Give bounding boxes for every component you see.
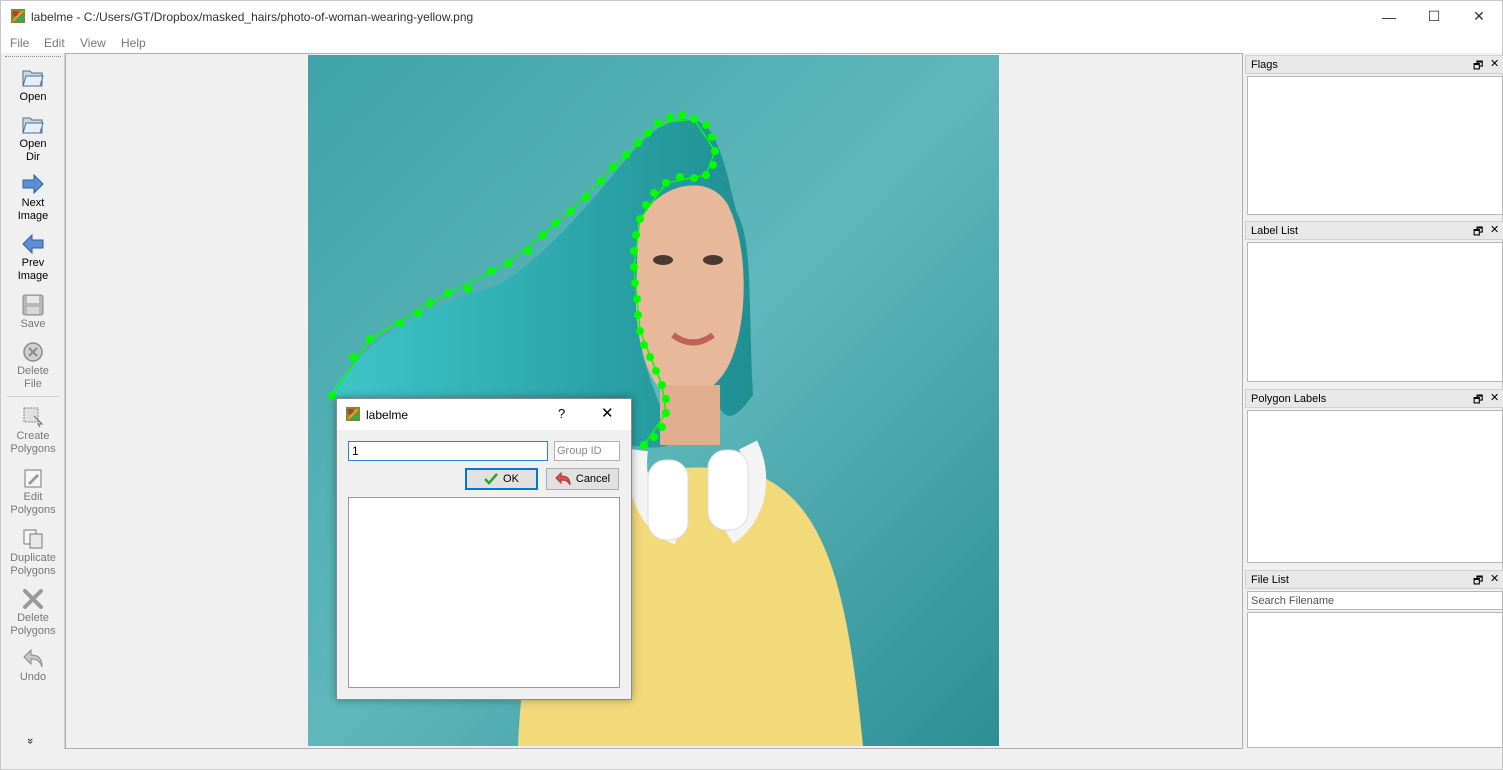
maximize-button[interactable]: ☐: [1411, 1, 1457, 32]
label-dialog: labelme ? ✕ OK Cancel: [336, 398, 632, 700]
labelme-app-icon: [346, 407, 360, 421]
next-image-button[interactable]: Next Image: [3, 171, 63, 223]
menu-help[interactable]: Help: [121, 36, 146, 50]
edit-polygons-button[interactable]: Edit Polygons: [3, 465, 63, 517]
labelme-window: labelme - C:/Users/GT/Dropbox/masked_hai…: [0, 0, 1503, 770]
flags-dock-titlebar: Flags 🗗 ✕: [1245, 55, 1503, 74]
checkmark-icon: [484, 473, 498, 485]
close-icon[interactable]: ✕: [1490, 57, 1499, 70]
label-list-dock: Label List 🗗 ✕: [1245, 221, 1503, 382]
left-toolbar: Open Open Dir Next Image Prev Image Save: [1, 53, 65, 749]
create-polygons-label: Create Polygons: [10, 430, 56, 455]
label-list-dock-titlebar: Label List 🗗 ✕: [1245, 221, 1503, 240]
title-bar: labelme - C:/Users/GT/Dropbox/masked_hai…: [1, 1, 1502, 32]
delete-file-button[interactable]: Delete File: [3, 339, 63, 391]
open-label: Open: [19, 91, 47, 103]
label-input[interactable]: [348, 441, 548, 461]
dialog-label-list[interactable]: [348, 497, 620, 688]
file-list-dock-titlebar: File List 🗗 ✕: [1245, 570, 1503, 589]
toolbar-separator: [7, 396, 59, 397]
open-button[interactable]: Open: [3, 65, 63, 104]
undo-label: Undo: [19, 671, 47, 683]
duplicate-polygons-label: Duplicate Polygons: [10, 552, 56, 577]
dialog-titlebar: labelme ? ✕: [337, 399, 631, 430]
file-list[interactable]: [1247, 612, 1503, 748]
menu-file[interactable]: File: [10, 36, 29, 50]
folder-open-icon: [20, 112, 46, 138]
flags-dock: Flags 🗗 ✕: [1245, 55, 1503, 215]
copy-icon: [20, 526, 46, 552]
dialog-title: labelme: [366, 408, 409, 422]
create-polygons-button[interactable]: Create Polygons: [3, 404, 63, 456]
edit-pencil-icon: [20, 465, 46, 491]
prev-image-button[interactable]: Prev Image: [3, 231, 63, 283]
file-list-dock: File List 🗗 ✕: [1245, 570, 1503, 748]
file-list-dock-title: File List: [1251, 574, 1289, 586]
float-icon[interactable]: 🗗: [1473, 57, 1483, 76]
cancel-button[interactable]: Cancel: [546, 468, 619, 490]
menu-bar: File Edit View Help: [1, 32, 1502, 53]
open-dir-label: Open Dir: [19, 138, 47, 163]
save-button[interactable]: Save: [3, 292, 63, 331]
window-title: labelme - C:/Users/GT/Dropbox/masked_hai…: [31, 10, 474, 24]
float-icon[interactable]: 🗗: [1473, 391, 1483, 410]
prev-image-label: Prev Image: [17, 257, 49, 282]
create-polygon-icon: [20, 404, 46, 430]
undo-arrow-icon: [20, 645, 46, 671]
labelme-app-icon: [11, 9, 25, 23]
next-image-label: Next Image: [17, 197, 49, 222]
close-icon[interactable]: ✕: [1490, 572, 1499, 585]
flags-list[interactable]: [1247, 76, 1503, 215]
float-icon[interactable]: 🗗: [1473, 572, 1483, 591]
close-window-button[interactable]: ✕: [1456, 1, 1502, 32]
minimize-button[interactable]: —: [1366, 1, 1412, 32]
menu-edit[interactable]: Edit: [44, 36, 65, 50]
close-icon[interactable]: ✕: [1490, 223, 1499, 236]
cancel-label: Cancel: [575, 473, 611, 485]
close-icon[interactable]: ✕: [1490, 391, 1499, 404]
toolbar-grip[interactable]: [5, 56, 61, 58]
floppy-disk-icon: [20, 292, 46, 318]
delete-polygons-label: Delete Polygons: [10, 612, 56, 637]
toolbar-extension-button[interactable]: »: [24, 738, 36, 744]
search-filename-input[interactable]: [1247, 591, 1503, 610]
label-list[interactable]: [1247, 242, 1503, 382]
polygon-labels-list[interactable]: [1247, 410, 1503, 563]
ok-label: OK: [503, 473, 519, 485]
save-label: Save: [20, 318, 46, 330]
polygon-labels-dock-title: Polygon Labels: [1251, 393, 1327, 405]
ok-button[interactable]: OK: [465, 468, 538, 490]
delete-polygons-button[interactable]: Delete Polygons: [3, 586, 63, 638]
float-icon[interactable]: 🗗: [1473, 223, 1483, 242]
delete-x-icon: [20, 586, 46, 612]
label-list-dock-title: Label List: [1251, 225, 1299, 237]
open-dir-button[interactable]: Open Dir: [3, 112, 63, 164]
menu-view[interactable]: View: [80, 36, 106, 50]
dialog-close-button[interactable]: ✕: [601, 404, 614, 422]
delete-circle-icon: [20, 339, 46, 365]
delete-file-label: Delete File: [17, 365, 49, 390]
flags-dock-title: Flags: [1251, 59, 1278, 71]
status-bar: [1, 749, 1502, 769]
arrow-left-icon: [20, 231, 46, 257]
folder-open-icon: [20, 65, 46, 91]
edit-polygons-label: Edit Polygons: [10, 491, 56, 516]
group-id-input[interactable]: [554, 441, 620, 461]
polygon-labels-dock: Polygon Labels 🗗 ✕: [1245, 389, 1503, 563]
duplicate-polygons-button[interactable]: Duplicate Polygons: [3, 526, 63, 578]
help-button[interactable]: ?: [558, 406, 565, 421]
undo-arrow-icon: [555, 472, 571, 486]
polygon-labels-dock-titlebar: Polygon Labels 🗗 ✕: [1245, 389, 1503, 408]
undo-button[interactable]: Undo: [3, 645, 63, 684]
arrow-right-icon: [20, 171, 46, 197]
